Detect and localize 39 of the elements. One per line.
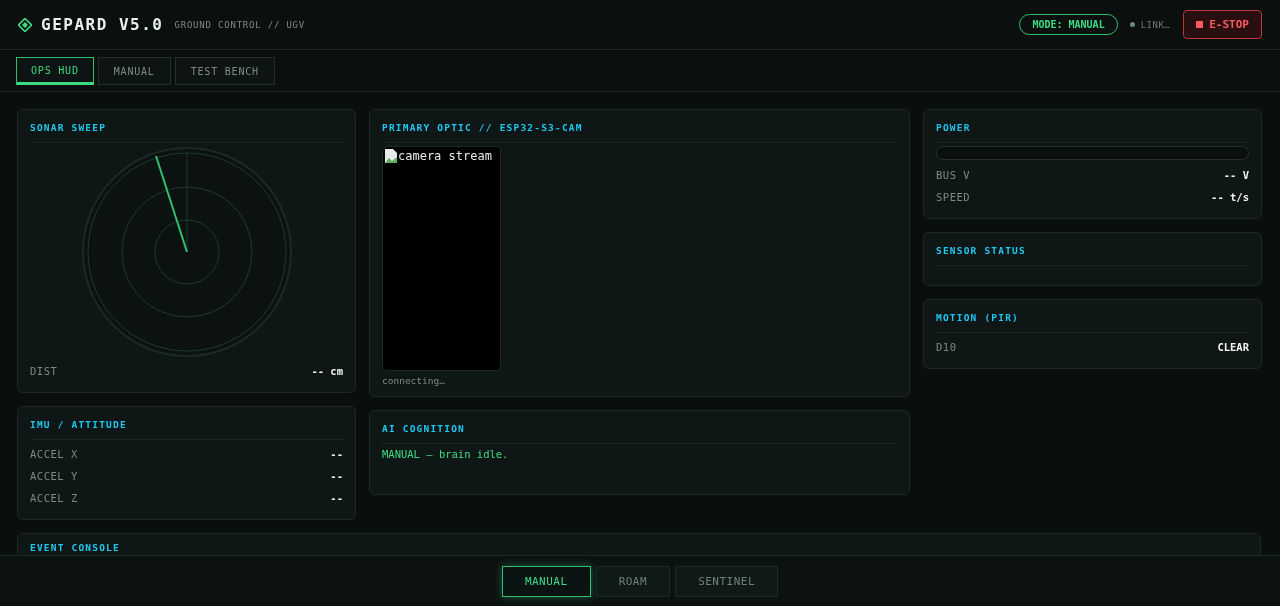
status-message: MANUAL — brain idle. <box>382 448 510 460</box>
reading-value: -- V <box>1223 169 1249 181</box>
reading-label: DIST <box>30 365 58 377</box>
reading-value: -- t/s <box>1211 191 1249 203</box>
broken-image-icon <box>384 148 398 164</box>
reading-label: ACCEL Y <box>30 470 78 482</box>
panel-title: AI COGNITION <box>382 423 466 436</box>
tab[interactable]: TEST BENCH <box>174 57 275 85</box>
status-dot-icon <box>1129 22 1135 27</box>
panel-title: SENSOR STATUS <box>936 245 1026 258</box>
app-subtitle: GROUND CONTROL // UGV <box>174 19 306 30</box>
panel-title: MOTION (PIR) <box>936 312 1020 325</box>
reading-value: -- cm <box>311 365 343 377</box>
panel-title: IMU / ATTITUDE <box>30 419 127 432</box>
app-title: GEPARD V5.0 <box>41 15 164 34</box>
panel-title: POWER <box>936 122 971 135</box>
stream-status: connecting… <box>382 375 446 386</box>
image-alt-text: camera stream <box>398 149 492 163</box>
mode-button[interactable]: MANUAL <box>501 565 591 597</box>
reading-label: ACCEL X <box>30 448 78 460</box>
link-status: LINK… <box>1140 19 1171 30</box>
diamond-icon <box>18 17 32 32</box>
reading-label: ACCEL Z <box>30 492 78 504</box>
panel-title: PRIMARY OPTIC // ESP32-S3-CAM <box>382 122 583 135</box>
tab[interactable]: MANUAL <box>97 57 171 85</box>
mode-button[interactable]: ROAM <box>595 565 671 597</box>
mode-button[interactable]: SENTINEL <box>675 565 779 597</box>
panel-title: EVENT CONSOLE <box>30 542 120 555</box>
reading-value: -- <box>330 470 343 482</box>
reading-value: -- <box>330 492 343 504</box>
tab[interactable]: OPS HUD <box>16 57 94 85</box>
reading-label: SPEED <box>936 191 971 203</box>
reading-value: -- <box>330 448 343 460</box>
reading-label: BUS V <box>936 169 971 181</box>
e-stop-button[interactable]: E-STOP <box>1183 10 1262 39</box>
reading-label: D10 <box>936 341 957 353</box>
stop-icon <box>1196 21 1204 28</box>
reading-value: CLEAR <box>1217 341 1249 353</box>
panel-title: SONAR SWEEP <box>30 122 107 135</box>
